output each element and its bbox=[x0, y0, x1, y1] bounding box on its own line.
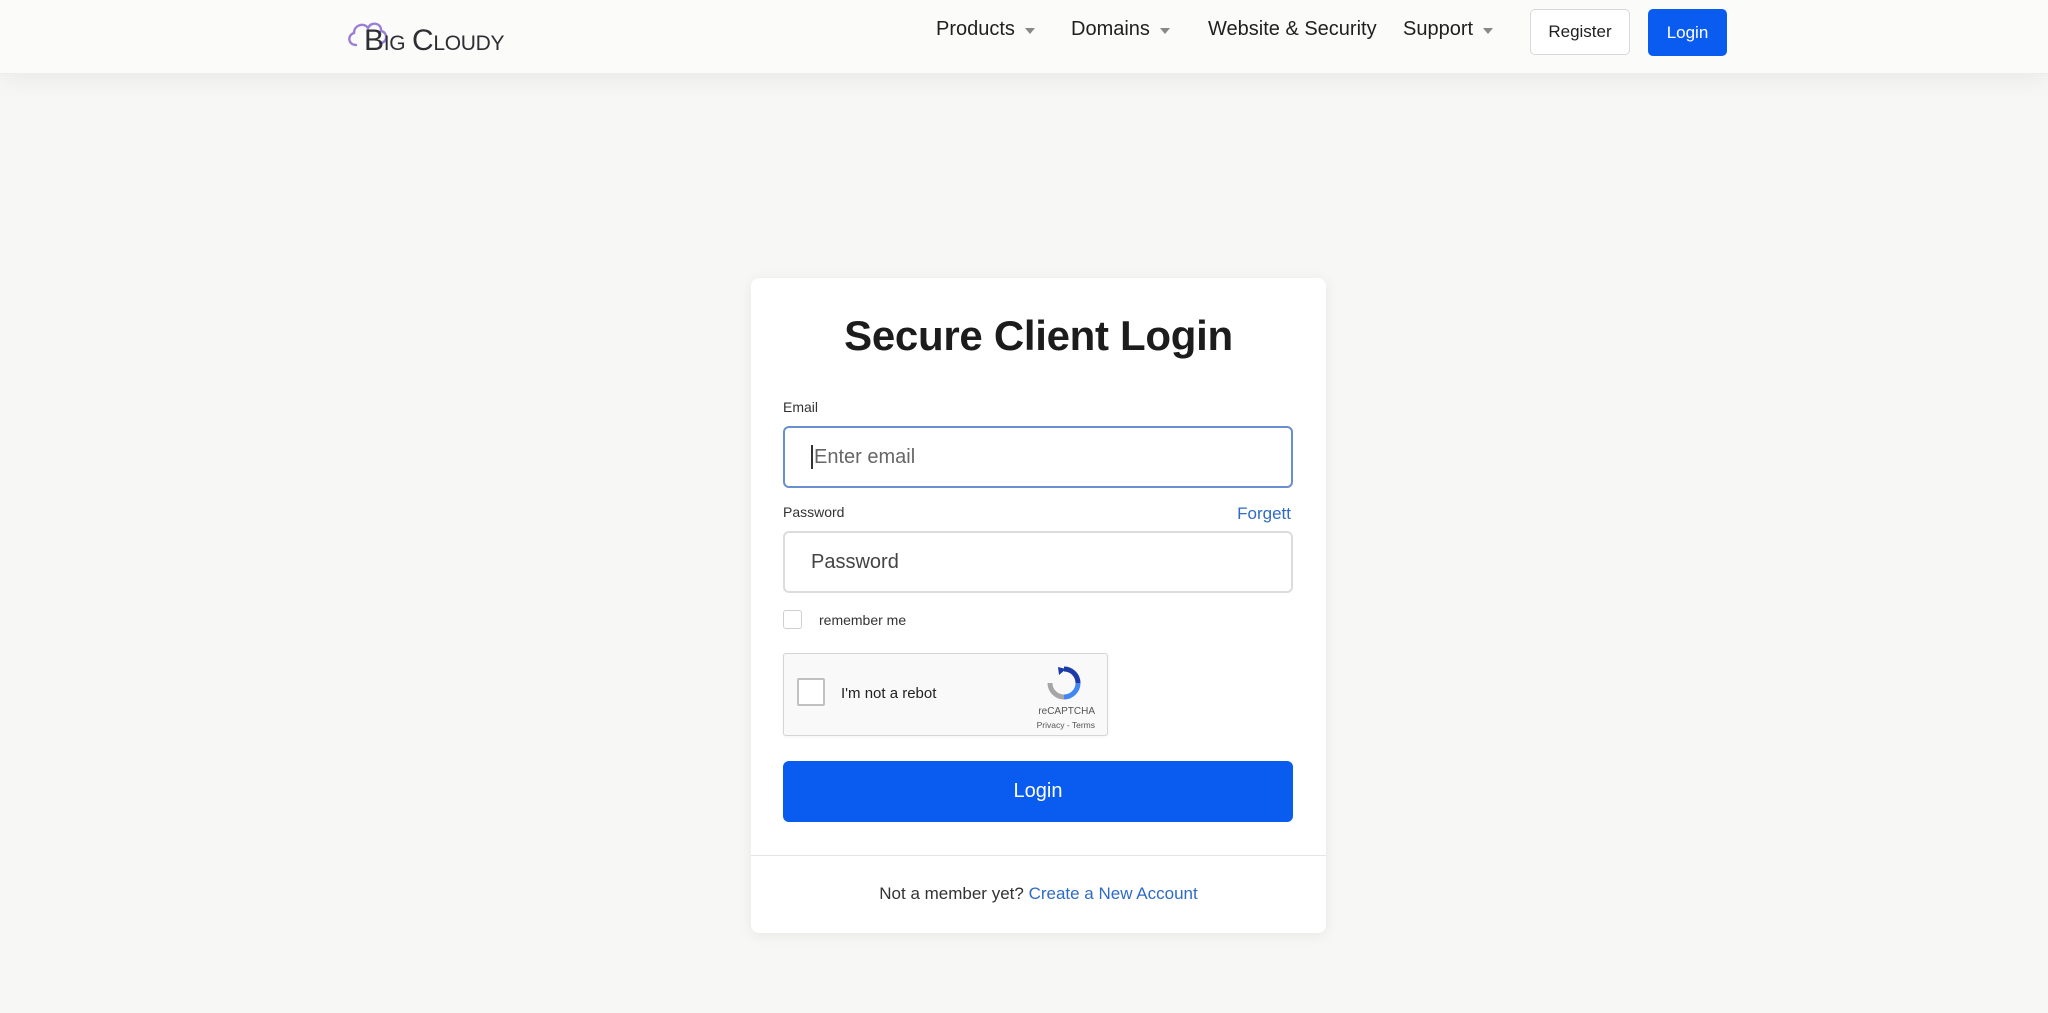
logo-wordmark: BIG CLOUDY bbox=[364, 24, 505, 57]
email-label: Email bbox=[783, 399, 819, 415]
header-login-button[interactable]: Login bbox=[1648, 9, 1727, 56]
nav-support[interactable]: Support bbox=[1403, 18, 1494, 41]
card-divider bbox=[751, 855, 1326, 856]
text-cursor bbox=[811, 445, 813, 469]
signup-prompt-text: Not a member yet? bbox=[879, 884, 1024, 903]
big-cloudy-logo[interactable]: BIG CLOUDY bbox=[346, 15, 506, 57]
nav-domains-label: Domains bbox=[1071, 18, 1150, 40]
nav-domains[interactable]: Domains bbox=[1071, 18, 1170, 41]
recaptcha-brand: reCAPTCHA bbox=[1038, 706, 1095, 717]
nav-products[interactable]: Products bbox=[936, 18, 1035, 41]
chevron-down-icon bbox=[1159, 27, 1170, 34]
recaptcha-checkbox[interactable] bbox=[797, 678, 825, 706]
login-submit-button[interactable]: Login bbox=[783, 761, 1293, 822]
remember-me-checkbox[interactable] bbox=[783, 610, 802, 629]
chevron-down-icon bbox=[1483, 27, 1494, 34]
create-account-link[interactable]: Create a New Account bbox=[1029, 884, 1198, 903]
recaptcha-icon bbox=[1047, 666, 1081, 700]
forgot-password-link[interactable]: Forgett bbox=[1237, 504, 1291, 524]
login-card: Secure Client Login Email Enter email Pa… bbox=[751, 278, 1326, 933]
nav-support-label: Support bbox=[1403, 18, 1474, 40]
password-label: Password bbox=[783, 504, 845, 520]
chevron-down-icon bbox=[1024, 27, 1035, 34]
register-button[interactable]: Register bbox=[1530, 9, 1630, 55]
nav-website-security-label: Website & Security bbox=[1208, 18, 1377, 40]
top-navigation-bar: BIG CLOUDY Products Domains Website & Se… bbox=[0, 0, 2048, 74]
recaptcha-label: I'm not a rebot bbox=[841, 685, 937, 702]
nav-products-label: Products bbox=[936, 18, 1015, 40]
signup-prompt: Not a member yet? Create a New Account bbox=[751, 884, 1326, 904]
recaptcha-widget: I'm not a rebot reCAPTCHA Privacy - Term… bbox=[783, 653, 1108, 736]
password-field[interactable]: Password bbox=[783, 531, 1293, 593]
password-placeholder: Password bbox=[811, 550, 899, 573]
recaptcha-privacy-terms[interactable]: Privacy - Terms bbox=[1037, 720, 1095, 730]
email-placeholder: Enter email bbox=[814, 445, 916, 468]
remember-me-label: remember me bbox=[819, 612, 907, 628]
page-title: Secure Client Login bbox=[844, 312, 1233, 359]
email-field[interactable]: Enter email bbox=[783, 426, 1293, 488]
nav-website-security[interactable]: Website & Security bbox=[1208, 18, 1377, 41]
